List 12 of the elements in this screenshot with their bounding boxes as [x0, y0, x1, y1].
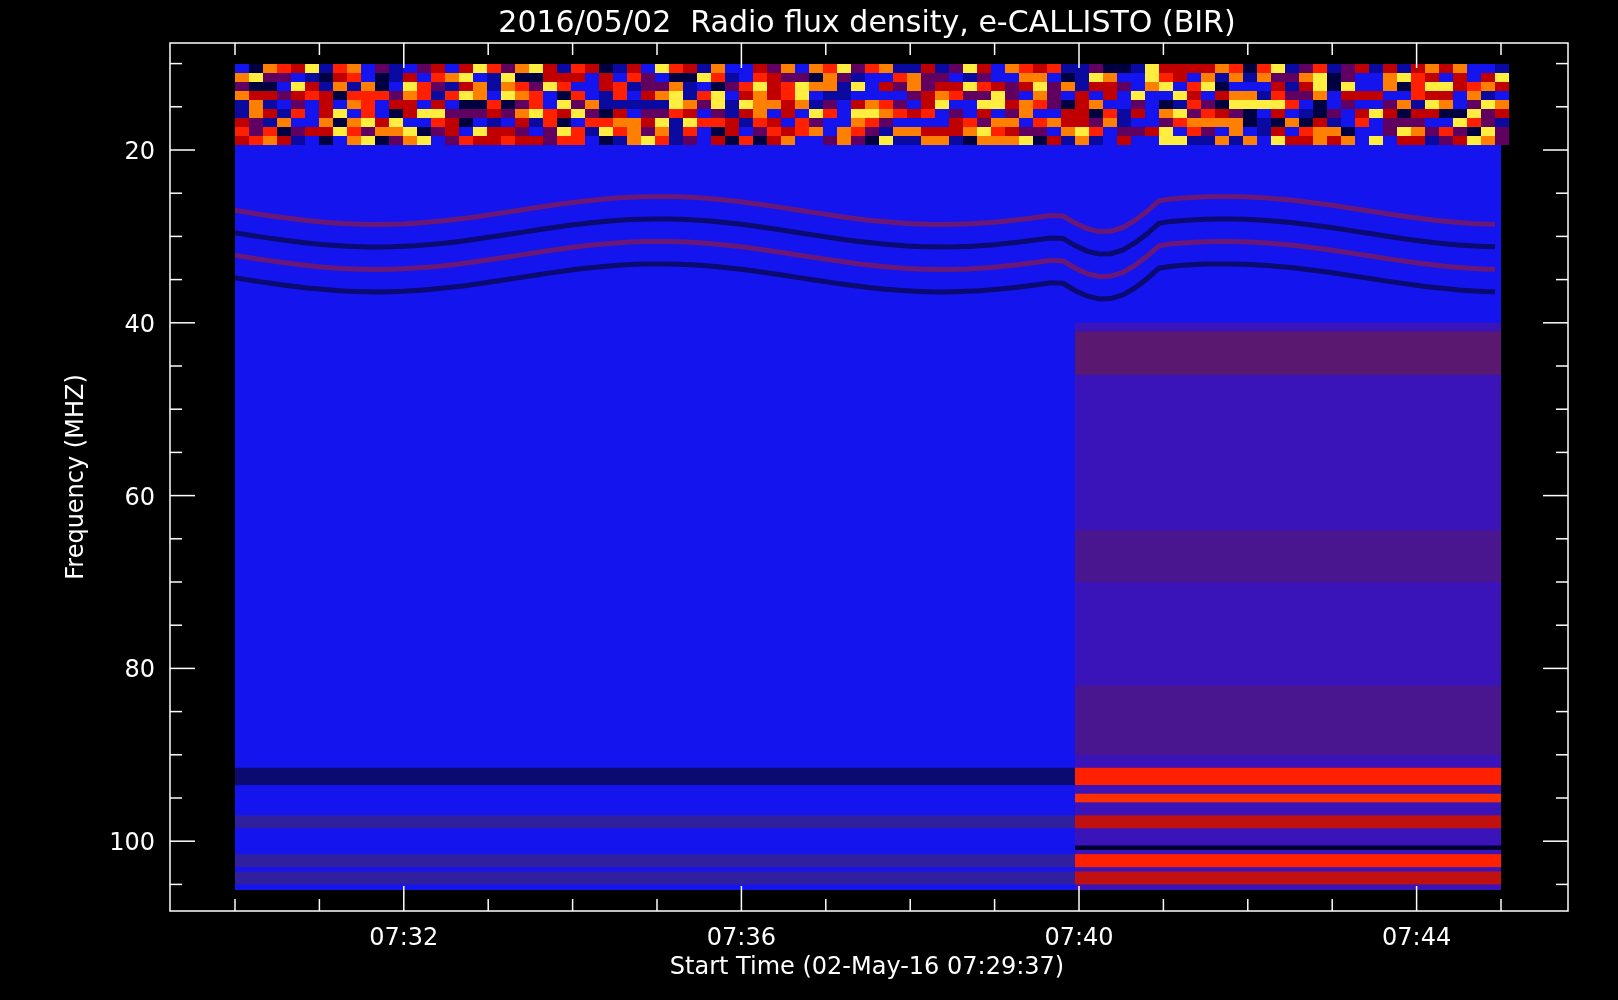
- y-tick-label: 60: [124, 482, 155, 511]
- y-axis-label: Frequency (MHZ): [61, 374, 89, 580]
- x-tick-label: 07:40: [1044, 923, 1114, 951]
- x-tick-label: 07:32: [369, 923, 439, 951]
- chart-title: 2016/05/02 Radio flux density, e-CALLISTO (BIR): [498, 4, 1236, 39]
- y-tick-label: 80: [124, 655, 155, 684]
- y-tick-label: 40: [124, 309, 155, 338]
- x-axis-label: Start Time (02-May-16 07:29:37): [669, 952, 1065, 980]
- y-tick-label: 20: [124, 137, 155, 165]
- y-tick-label: 100: [109, 828, 155, 857]
- x-tick-label: 07:44: [1382, 923, 1452, 951]
- x-tick-label: 07:36: [706, 923, 776, 951]
